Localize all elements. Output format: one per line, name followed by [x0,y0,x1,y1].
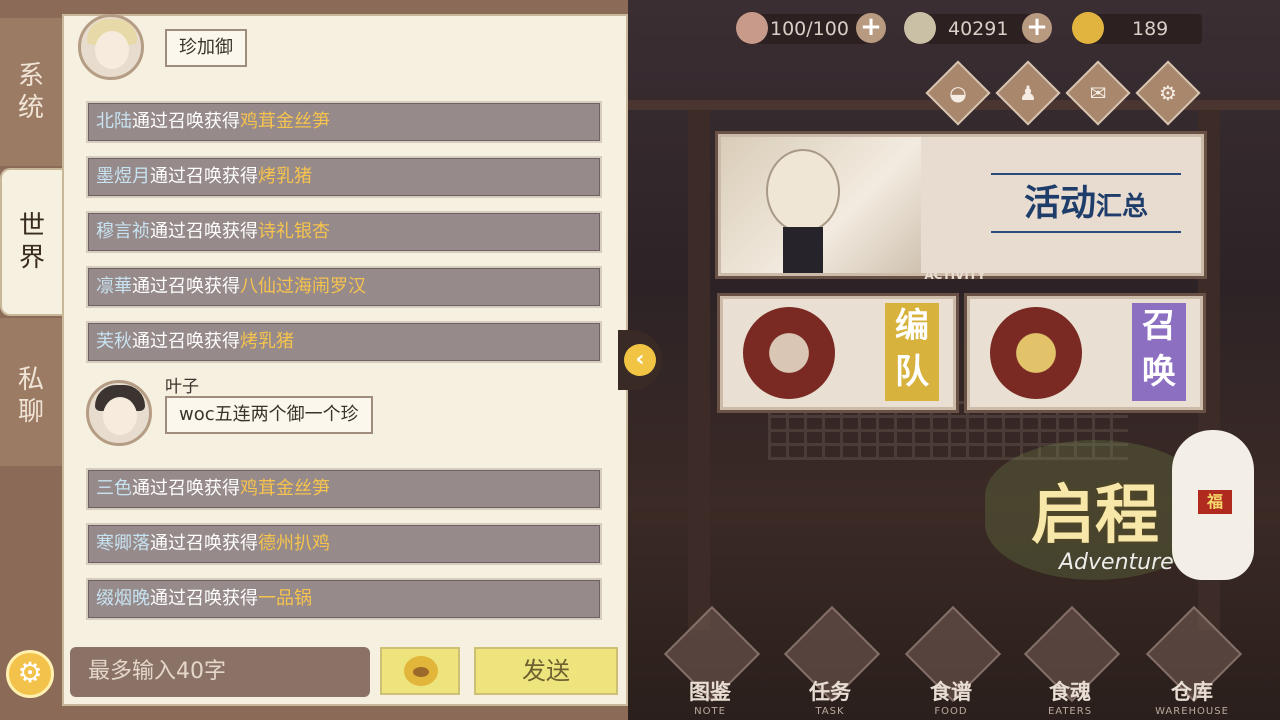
chat-settings-button[interactable]: ⚙ [6,650,54,698]
avatar[interactable] [86,380,152,446]
gear-icon: ⚙ [1159,81,1177,105]
activity-label: ACTIVITY [924,268,986,282]
avatar[interactable] [78,14,144,80]
bowl-icon: ◒ [949,81,967,105]
gems-value: 189 [1132,18,1169,40]
pillar [688,110,710,630]
chevron-left-icon: ‹ [624,344,656,376]
nav-label: 食谱 [930,680,972,704]
system-message: 穆言祯通过召唤获得诗礼银杏 [86,211,602,253]
people-icon: ♟ [1019,81,1037,105]
chat-input[interactable]: 最多输入40字 [70,647,370,697]
tab-label: 系 [17,61,44,91]
tab-private[interactable]: 私 聊 [0,318,62,466]
tab-label: 界 [18,243,45,273]
system-message: 三色通过召唤获得鸡茸金丝笋 [86,468,602,510]
adventure-sublabel: Adventure [1059,550,1174,575]
chat-bubble: woc五连两个御一个珍 [165,396,373,434]
summon-card[interactable]: 召唤 [967,296,1203,410]
nav-sublabel: FOOD [934,706,968,717]
system-message: 墨煜月通过召唤获得烤乳猪 [86,156,602,198]
add-coins-button[interactable]: + [1022,13,1052,43]
summon-label: 召唤 [1132,303,1186,401]
stamina-counter: 100/100 + [736,12,886,44]
add-stamina-button[interactable]: + [856,13,886,43]
nav-label: 图鉴 [689,680,731,704]
lucky-cat-mascot[interactable]: 福 [1172,430,1254,580]
coins-value: 40291 [948,18,1009,40]
banner-title: 活动汇总 [991,173,1181,233]
formation-label: 编队 [885,303,939,401]
avatar-face [95,31,129,69]
nav-sublabel: WAREHOUSE [1155,706,1229,717]
coins-counter: 40291 + [904,12,1052,44]
tab-system[interactable]: 系 统 [0,18,62,166]
nav-eaters-button[interactable]: 食魂 EATERS [1022,605,1121,720]
tab-label: 统 [17,93,44,123]
coin-icon [904,12,936,44]
chat-bubble: 珍加御 [165,29,247,67]
nav-label: 任务 [809,680,851,704]
formation-card[interactable]: 编队 [720,296,956,410]
nav-sublabel: TASK [815,706,845,717]
mail-icon: ✉ [1089,81,1107,105]
avatar-face [103,397,137,435]
tab-label: 世 [18,211,45,241]
nav-sublabel: EATERS [1047,706,1093,717]
chat-panel: 系 统 世 界 私 聊 珍加御 北陆通过召唤获得鸡茸金丝笋 墨煜月通过召唤获得烤… [0,0,628,720]
system-message: 北陆通过召唤获得鸡茸金丝笋 [86,101,602,143]
stamina-value: 100/100 [770,18,849,40]
tab-label: 聊 [17,397,44,427]
send-button[interactable]: 发送 [474,647,618,695]
nav-note-button[interactable]: 图鉴 NOTE [662,605,761,720]
system-message: 芙秋通过召唤获得烤乳猪 [86,321,602,363]
gear-icon: ⚙ [17,656,43,689]
nav-warehouse-button[interactable]: 仓库 WAREHOUSE [1144,605,1243,720]
gems-counter: 189 [1072,12,1202,44]
user-name: 叶子 [165,377,199,397]
tab-world[interactable]: 世 界 [0,168,62,316]
tab-label: 私 [17,365,44,395]
nav-label: 仓库 [1171,680,1213,704]
character-art [721,137,921,273]
nav-label: 食魂 [1049,680,1091,704]
system-message: 寒卿落通过召唤获得德州扒鸡 [86,523,602,565]
nav-task-button[interactable]: 任务 TASK [782,605,881,720]
nav-food-button[interactable]: 食谱 FOOD [903,605,1002,720]
system-message: 缀烟晚通过召唤获得一品锅 [86,578,602,620]
emoji-button[interactable] [380,647,460,695]
adventure-label: 启程 [1031,478,1159,553]
system-message: 凛華通过召唤获得八仙过海闹罗汉 [86,266,602,308]
nav-sublabel: NOTE [694,706,726,717]
lucky-tag: 福 [1198,490,1232,514]
flag-icon [743,307,835,399]
activity-banner[interactable]: 活动汇总 [718,134,1204,276]
gem-icon [1072,12,1104,44]
pig-face-icon [404,656,438,686]
gate-icon [990,307,1082,399]
bowl-icon [736,12,768,44]
